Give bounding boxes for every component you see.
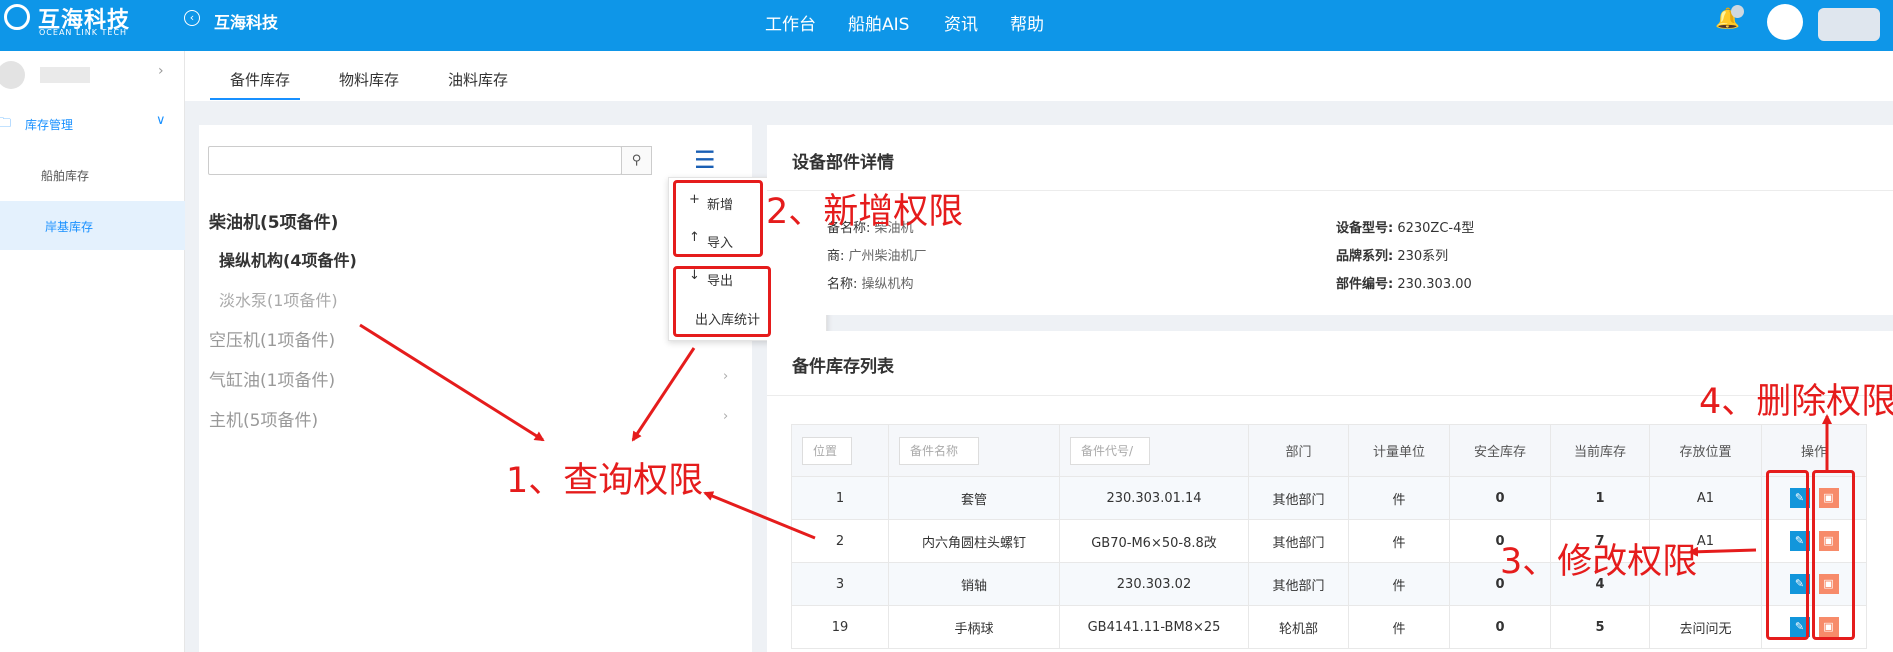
arrow-to-query-text <box>703 491 816 540</box>
annotation-arrows <box>359 323 1832 557</box>
arrow-to-menu <box>631 347 696 442</box>
arrow-to-edit-text <box>1688 546 1757 557</box>
arrow-to-search <box>359 323 545 442</box>
arrows-group <box>359 323 1832 557</box>
